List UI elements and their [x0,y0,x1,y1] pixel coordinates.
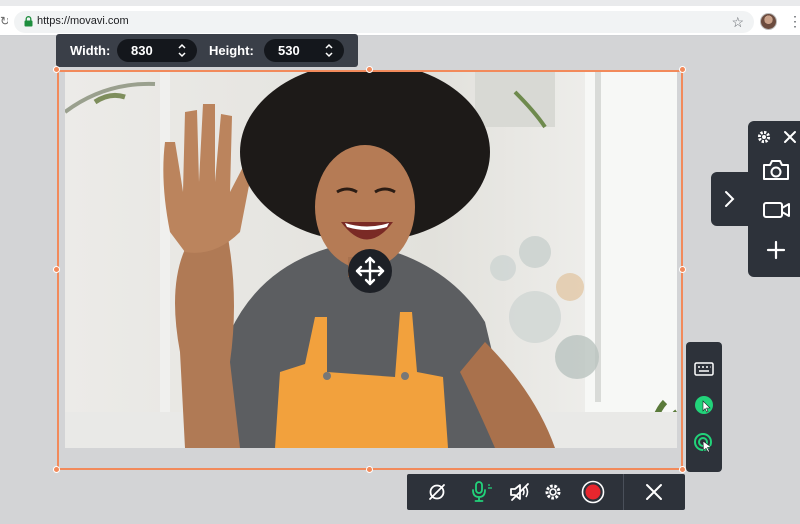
height-label: Height: [209,43,254,58]
toolbar-divider [623,474,624,510]
system-audio-off-icon[interactable] [509,482,531,502]
video-camera-icon[interactable] [762,199,792,221]
move-handle[interactable] [348,249,392,293]
height-input[interactable]: 530 [264,39,344,62]
microphone-icon[interactable] [469,481,493,503]
width-value[interactable]: 830 [131,43,153,58]
settings-icon[interactable] [543,482,563,502]
height-stepper-icon[interactable] [324,43,334,58]
close-icon[interactable] [645,483,663,501]
resize-handle-right[interactable] [679,266,686,273]
url-text[interactable]: https://movavi.com [37,15,129,27]
click-effect-icon[interactable] [693,432,715,454]
width-label: Width: [70,43,111,58]
side-panel-toggle[interactable] [711,172,751,226]
close-icon[interactable] [783,130,797,144]
browser-toolbar: ↻ https://movavi.com ☆ ⋮ [0,0,800,36]
capture-side-panel [748,121,800,277]
capture-size-bar: Width: 830 Height: 530 [56,34,358,67]
record-button[interactable] [581,480,605,504]
address-bar[interactable]: https://movavi.com ☆ [14,11,754,33]
resize-handle-top-right[interactable] [679,66,686,73]
webcam-off-icon[interactable] [427,482,447,502]
plus-icon[interactable] [766,240,786,260]
star-icon[interactable]: ☆ [731,14,744,30]
camera-icon[interactable] [762,158,790,182]
resize-handle-top-left[interactable] [53,66,60,73]
width-stepper-icon[interactable] [177,43,187,58]
reload-icon[interactable]: ↻ [0,14,8,28]
keyboard-icon[interactable] [694,362,714,376]
height-value[interactable]: 530 [278,43,300,58]
width-input[interactable]: 830 [117,39,197,62]
move-arrows-icon [355,256,385,286]
gear-icon[interactable] [756,129,772,145]
menu-dots-icon[interactable]: ⋮ [788,13,800,29]
resize-handle-left[interactable] [53,266,60,273]
chevron-right-icon[interactable] [723,189,737,209]
profile-avatar[interactable] [760,13,777,30]
lock-icon [24,16,33,27]
resize-handle-bottom-right[interactable] [679,466,686,473]
resize-handle-top[interactable] [366,66,373,73]
tab-strip [0,0,800,6]
resize-handle-bottom-left[interactable] [53,466,60,473]
cursor-highlight-icon[interactable] [693,394,715,416]
recording-toolbar [407,474,685,510]
resize-handle-bottom[interactable] [366,466,373,473]
effects-toolbar [686,342,722,472]
